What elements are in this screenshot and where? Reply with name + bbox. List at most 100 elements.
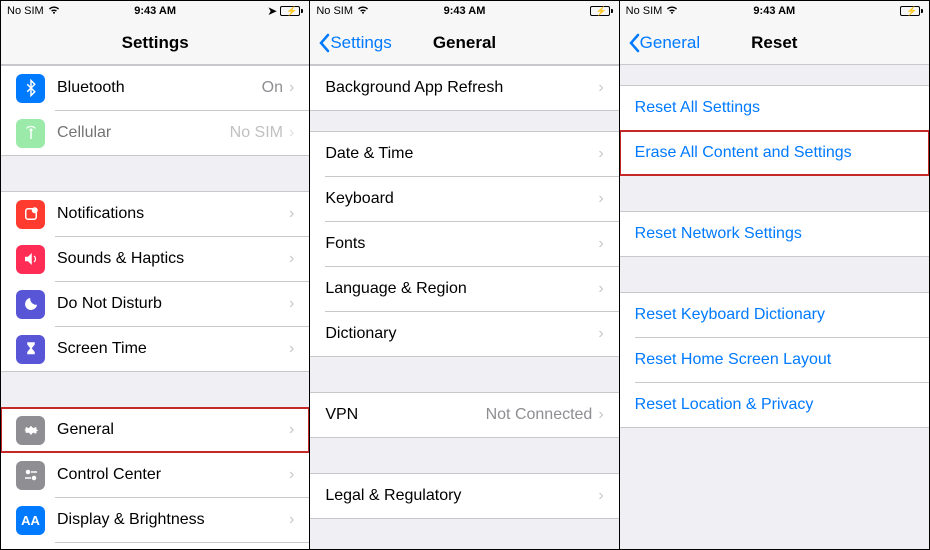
chevron-right-icon: ›	[598, 325, 603, 343]
nav-bar: General Reset	[620, 21, 929, 65]
status-bar: No SIM 9:43 AM ⚡	[310, 1, 618, 21]
chevron-right-icon: ›	[289, 205, 294, 223]
speaker-icon	[16, 245, 45, 274]
row-notifications[interactable]: Notifications ›	[1, 192, 309, 236]
wifi-icon	[665, 5, 679, 18]
textsize-icon: AA	[16, 506, 45, 535]
row-dnd[interactable]: Do Not Disturb ›	[1, 282, 309, 326]
screen-settings: No SIM 9:43 AM ➤ ⚡ Settings Bluetooth On…	[1, 1, 310, 549]
page-title: Settings	[122, 33, 189, 53]
row-erase-all-content[interactable]: Erase All Content and Settings	[620, 131, 929, 175]
chevron-right-icon: ›	[289, 250, 294, 268]
row-label: Display & Brightness	[57, 511, 289, 529]
chevron-left-icon	[318, 33, 330, 53]
row-label: Cellular	[57, 124, 230, 142]
row-sounds[interactable]: Sounds & Haptics ›	[1, 237, 309, 281]
row-reset-location-privacy[interactable]: Reset Location & Privacy	[620, 383, 929, 427]
carrier-label: No SIM	[316, 5, 353, 17]
back-button[interactable]: General	[628, 33, 700, 53]
chevron-right-icon: ›	[289, 421, 294, 439]
back-label: General	[640, 33, 700, 53]
location-icon: ➤	[267, 4, 277, 18]
row-language-region[interactable]: Language & Region ›	[310, 267, 618, 311]
chevron-left-icon	[628, 33, 640, 53]
carrier-label: No SIM	[626, 5, 663, 17]
chevron-right-icon: ›	[598, 487, 603, 505]
row-bluetooth[interactable]: Bluetooth On ›	[1, 66, 309, 110]
row-label: Reset Location & Privacy	[635, 396, 914, 414]
row-label: Background App Refresh	[325, 79, 598, 97]
row-dictionary[interactable]: Dictionary ›	[310, 312, 618, 356]
gear-icon	[16, 416, 45, 445]
row-screentime[interactable]: Screen Time ›	[1, 327, 309, 371]
status-bar: No SIM 9:43 AM ➤ ⚡	[1, 1, 309, 21]
chevron-right-icon: ›	[598, 235, 603, 253]
row-reset-home-layout[interactable]: Reset Home Screen Layout	[620, 338, 929, 382]
chevron-right-icon: ›	[289, 511, 294, 529]
nav-bar: Settings General	[310, 21, 618, 65]
chevron-right-icon: ›	[598, 406, 603, 424]
clock-label: 9:43 AM	[753, 5, 795, 17]
row-value: Not Connected	[486, 406, 593, 424]
row-label: Sounds & Haptics	[57, 250, 289, 268]
row-reset-keyboard-dictionary[interactable]: Reset Keyboard Dictionary	[620, 293, 929, 337]
chevron-right-icon: ›	[289, 124, 294, 142]
chevron-right-icon: ›	[289, 340, 294, 358]
row-label: Language & Region	[325, 280, 598, 298]
row-general[interactable]: General ›	[1, 408, 309, 452]
chevron-right-icon: ›	[598, 145, 603, 163]
battery-icon: ⚡	[280, 6, 303, 16]
row-label: Reset Keyboard Dictionary	[635, 306, 914, 324]
page-title: General	[433, 33, 496, 53]
carrier-label: No SIM	[7, 5, 44, 17]
chevron-right-icon: ›	[598, 280, 603, 298]
chevron-right-icon: ›	[289, 466, 294, 484]
clock-label: 9:43 AM	[134, 5, 176, 17]
clock-label: 9:43 AM	[444, 5, 486, 17]
chevron-right-icon: ›	[598, 190, 603, 208]
row-label: Legal & Regulatory	[325, 487, 598, 505]
hourglass-icon	[16, 335, 45, 364]
row-label: General	[57, 421, 289, 439]
row-label: Reset Home Screen Layout	[635, 351, 914, 369]
row-label: Do Not Disturb	[57, 295, 289, 313]
row-label: Screen Time	[57, 340, 289, 358]
row-fonts[interactable]: Fonts ›	[310, 222, 618, 266]
chevron-right-icon: ›	[289, 79, 294, 97]
row-display[interactable]: AA Display & Brightness ›	[1, 498, 309, 542]
row-keyboard[interactable]: Keyboard ›	[310, 177, 618, 221]
wifi-icon	[47, 5, 61, 18]
row-reset-all-settings[interactable]: Reset All Settings	[620, 86, 929, 130]
wifi-icon	[356, 5, 370, 18]
row-controlcenter[interactable]: Control Center ›	[1, 453, 309, 497]
row-reset-network[interactable]: Reset Network Settings	[620, 212, 929, 256]
row-value: No SIM	[230, 124, 283, 142]
row-date-time[interactable]: Date & Time ›	[310, 132, 618, 176]
battery-icon: ⚡	[590, 6, 613, 16]
row-legal-regulatory[interactable]: Legal & Regulatory ›	[310, 474, 618, 518]
row-label: Keyboard	[325, 190, 598, 208]
antenna-icon	[16, 119, 45, 148]
notifications-icon	[16, 200, 45, 229]
row-label: Reset Network Settings	[635, 225, 914, 243]
screen-general: No SIM 9:43 AM ⚡ Settings General Backgr…	[310, 1, 619, 549]
row-label: Erase All Content and Settings	[635, 144, 914, 162]
back-label: Settings	[330, 33, 391, 53]
bluetooth-icon	[16, 74, 45, 103]
row-value: On	[262, 79, 283, 97]
row-background-app-refresh[interactable]: Background App Refresh ›	[310, 66, 618, 110]
row-label: Notifications	[57, 205, 289, 223]
row-homescreen[interactable]: Home Screen ›	[1, 543, 309, 549]
page-title: Reset	[751, 33, 797, 53]
row-vpn[interactable]: VPN Not Connected ›	[310, 393, 618, 437]
battery-icon: ⚡	[900, 6, 923, 16]
nav-bar: Settings	[1, 21, 309, 65]
row-label: Fonts	[325, 235, 598, 253]
screen-reset: No SIM 9:43 AM ⚡ General Reset Reset All…	[620, 1, 929, 549]
row-label: Dictionary	[325, 325, 598, 343]
row-label: Bluetooth	[57, 79, 262, 97]
back-button[interactable]: Settings	[318, 33, 391, 53]
switches-icon	[16, 461, 45, 490]
chevron-right-icon: ›	[289, 295, 294, 313]
row-cellular[interactable]: Cellular No SIM ›	[1, 111, 309, 155]
